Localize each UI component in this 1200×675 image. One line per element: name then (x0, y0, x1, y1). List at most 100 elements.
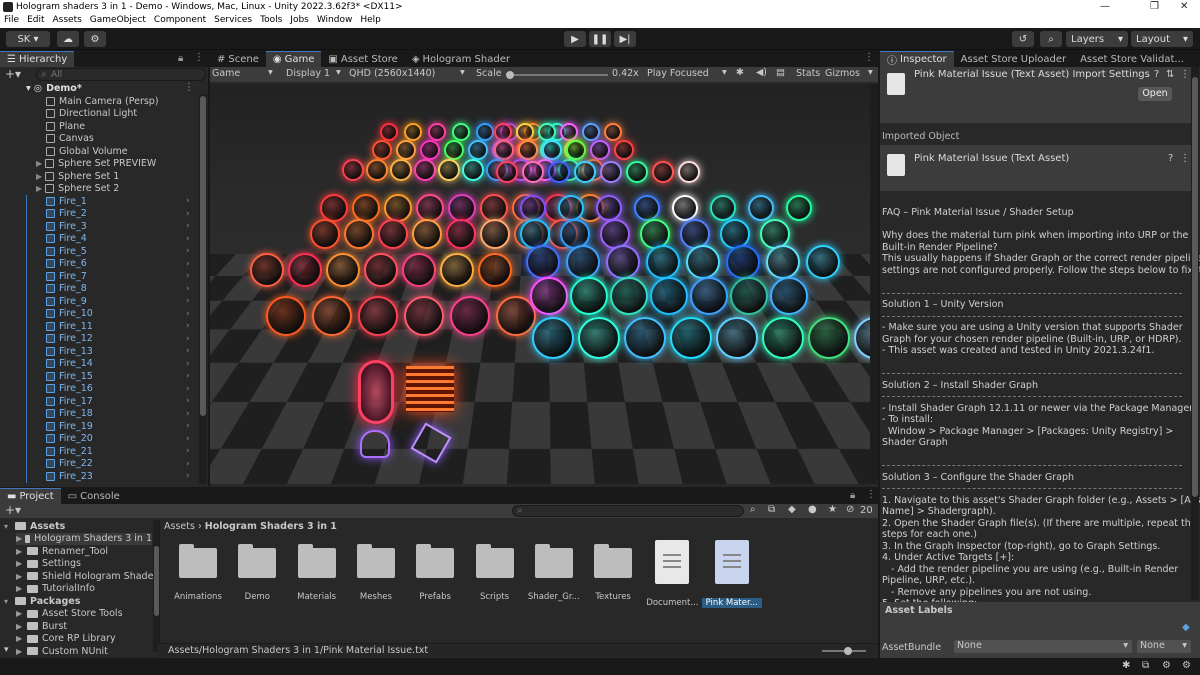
menu-services[interactable]: Services (210, 14, 256, 28)
variant-dropdown[interactable]: None ▾ (1137, 640, 1191, 653)
hierarchy-fire-item[interactable]: Fire_8 (46, 283, 87, 296)
tab-asset-store[interactable]: ▣ Asset Store (321, 51, 404, 67)
chevron-right-icon[interactable]: › (186, 371, 190, 381)
settings-icon[interactable]: ⚙ (1182, 660, 1191, 671)
breadcrumb-current[interactable]: Hologram Shaders 3 in 1 (205, 521, 337, 532)
hierarchy-fire-item[interactable]: Fire_7 (46, 270, 87, 283)
lock-icon[interactable]: 🔒︎ (178, 53, 183, 64)
hierarchy-sphere-set[interactable]: ▶ Sphere Set 2 (36, 183, 119, 196)
chevron-right-icon[interactable]: › (186, 284, 190, 294)
menu-jobs[interactable]: Jobs (286, 14, 313, 28)
hierarchy-search-input[interactable]: ⌕ All (36, 68, 206, 81)
menu-gameobject[interactable]: GameObject (86, 14, 150, 28)
menu-help[interactable]: Help (356, 14, 385, 28)
tree-scrollbar[interactable] (153, 520, 160, 652)
debug-bug-icon[interactable]: ✱ (1122, 660, 1130, 671)
asset-item[interactable]: Pink Mater... (701, 540, 762, 608)
hierarchy-item[interactable]: Main Camera (Persp) (46, 95, 159, 108)
hierarchy-item[interactable]: Canvas (46, 133, 94, 146)
history-icon[interactable]: ↺ (1012, 31, 1034, 47)
scrollbar-thumb[interactable] (154, 546, 159, 616)
hierarchy-item[interactable]: Plane (46, 120, 85, 133)
hierarchy-fire-item[interactable]: Fire_13 (46, 345, 93, 358)
hierarchy-fire-item[interactable]: Fire_1 (46, 195, 87, 208)
inspector-scrollbar[interactable] (1191, 67, 1199, 600)
chevron-right-icon[interactable]: › (186, 384, 190, 394)
tab-scene[interactable]: # Scene (210, 51, 266, 67)
game-viewport[interactable] (210, 84, 878, 484)
add-icon[interactable]: +▾ (5, 67, 21, 81)
kebab-menu-icon[interactable]: ⋮ (1180, 153, 1190, 164)
filter-type-icon[interactable]: ⧉ (768, 504, 775, 515)
hierarchy-fire-item[interactable]: Fire_16 (46, 383, 93, 396)
hierarchy-fire-item[interactable]: Fire_10 (46, 308, 93, 321)
step-button[interactable]: ▶| (614, 31, 636, 47)
scrollbar-thumb[interactable] (200, 96, 206, 416)
menu-window[interactable]: Window (313, 14, 357, 28)
hierarchy-fire-item[interactable]: Fire_6 (46, 258, 87, 271)
expand-arrow-icon[interactable]: ▶ (16, 634, 24, 643)
tab-asset-store-validator[interactable]: Asset Store Validat... (1073, 51, 1191, 67)
tab-hologram-shader[interactable]: ◈ Hologram Shader (405, 51, 517, 67)
project-tree-item[interactable]: ▶ Renamer_Tool (16, 545, 108, 558)
chevron-right-icon[interactable]: › (186, 246, 190, 256)
asset-item[interactable]: Prefabs (405, 544, 465, 602)
hierarchy-fire-item[interactable]: Fire_12 (46, 333, 93, 346)
chevron-right-icon[interactable]: › (186, 271, 190, 281)
play-focused-dropdown[interactable]: Play Focused (647, 68, 709, 79)
menu-file[interactable]: File (0, 14, 23, 28)
collab-icon[interactable]: ⚙ (84, 31, 106, 47)
hierarchy-fire-item[interactable]: Fire_17 (46, 395, 93, 408)
hierarchy-fire-item[interactable]: Fire_18 (46, 408, 93, 421)
chevron-right-icon[interactable]: › (186, 296, 190, 306)
project-tree-item[interactable]: ▾ Packages (4, 595, 80, 608)
chevron-right-icon[interactable]: › (186, 471, 190, 481)
add-icon[interactable]: +▾ (5, 503, 21, 517)
expand-arrow-icon[interactable]: ▶ (16, 572, 24, 581)
project-tree-item[interactable]: ▶ Core RP Library (16, 633, 116, 646)
project-tree-item[interactable]: ▶ Custom NUnit (16, 645, 108, 658)
play-button[interactable]: ▶ (564, 31, 586, 47)
expand-arrow-icon[interactable]: ▶ (16, 609, 24, 618)
hierarchy-scrollbar[interactable] (199, 94, 207, 484)
warning-filter-icon[interactable]: ● (808, 504, 817, 515)
help-icon[interactable]: ? (1154, 69, 1159, 80)
chevron-right-icon[interactable]: › (186, 234, 190, 244)
layout-dropdown[interactable]: Layout ▾ (1131, 31, 1193, 47)
hierarchy-fire-item[interactable]: Fire_20 (46, 433, 93, 446)
chevron-right-icon[interactable]: › (186, 359, 190, 369)
expand-arrow-icon[interactable]: ▶ (36, 159, 42, 168)
hierarchy-fire-item[interactable]: Fire_23 (46, 470, 93, 483)
scrollbar-thumb[interactable] (1192, 77, 1198, 497)
graphics-icon[interactable]: ⚙ (1162, 660, 1171, 671)
tab-hierarchy[interactable]: ☰ Hierarchy (0, 51, 75, 67)
menu-assets[interactable]: Assets (49, 14, 86, 28)
expand-arrow-icon[interactable]: ▶ (16, 622, 24, 631)
expand-arrow-icon[interactable]: ▶ (16, 547, 24, 556)
audio-icon[interactable]: ◀) (756, 67, 767, 78)
chevron-right-icon[interactable]: › (186, 259, 190, 269)
slider-handle[interactable] (844, 647, 852, 655)
menu-edit[interactable]: Edit (23, 14, 48, 28)
gizmos-button[interactable]: Gizmos (825, 68, 860, 79)
chevron-right-icon[interactable]: › (186, 409, 190, 419)
asset-item[interactable]: Materials (287, 544, 347, 602)
kebab-menu-icon[interactable]: ⋮ (194, 52, 204, 63)
pause-button[interactable]: ❚❚ (589, 31, 611, 47)
hierarchy-fire-item[interactable]: Fire_21 (46, 445, 93, 458)
chevron-right-icon[interactable]: › (186, 434, 190, 444)
hierarchy-fire-item[interactable]: Fire_4 (46, 233, 87, 246)
project-tree-item[interactable]: ▶ Settings (16, 558, 81, 571)
project-tree-item[interactable]: ▾ Assets (4, 520, 65, 533)
chevron-right-icon[interactable]: › (186, 196, 190, 206)
chevron-right-icon[interactable]: › (186, 446, 190, 456)
menu-tools[interactable]: Tools (256, 14, 286, 28)
layers-dropdown[interactable]: Layers ▾ (1066, 31, 1128, 47)
game-mode-dropdown[interactable]: Game (212, 68, 240, 79)
collapse-arrow-icon[interactable]: ▾ (4, 645, 9, 655)
account-button[interactable]: SK ▾ (6, 31, 50, 47)
hierarchy-sphere-set[interactable]: ▶ Sphere Set 1 (36, 170, 119, 183)
lock-icon[interactable]: 🔒︎ (850, 490, 855, 501)
search-icon[interactable]: ⌕ (1040, 31, 1062, 47)
label-tag-icon[interactable]: ◆ (1182, 622, 1190, 633)
